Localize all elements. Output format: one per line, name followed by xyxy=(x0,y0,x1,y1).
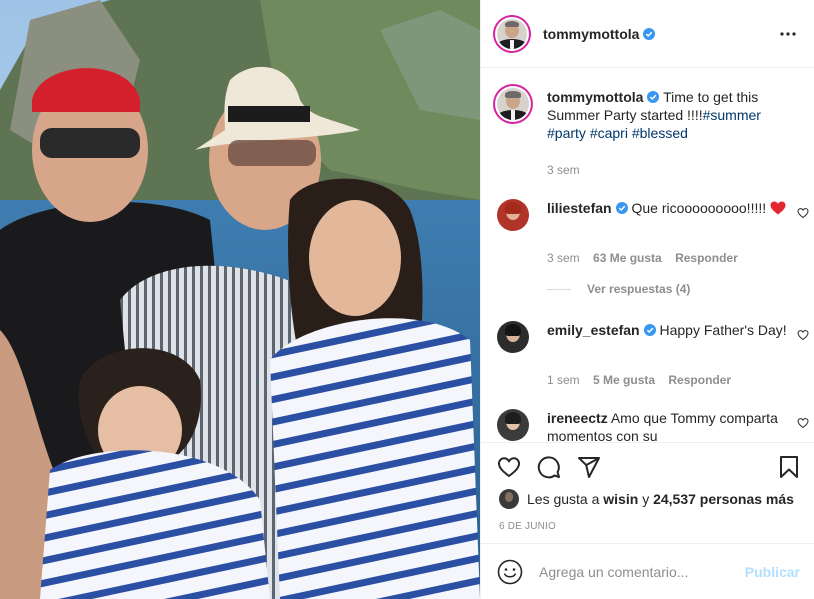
view-replies-label[interactable]: Ver respuestas (4) xyxy=(587,282,690,296)
liker-avatar[interactable] xyxy=(499,489,519,509)
replies-divider xyxy=(547,288,571,290)
comment-time[interactable]: 3 sem xyxy=(547,251,580,265)
share-icon[interactable] xyxy=(577,455,601,479)
comments-list[interactable]: tommymottola Time to get this Summer Par… xyxy=(481,69,814,442)
comment-input[interactable] xyxy=(539,563,739,580)
author-avatar[interactable] xyxy=(497,18,527,49)
comment-likes[interactable]: 5 Me gusta xyxy=(593,373,655,387)
verified-badge-icon xyxy=(643,27,656,40)
comment-icon[interactable] xyxy=(537,455,561,479)
verified-badge-icon xyxy=(615,202,628,214)
caption-meta: 3 sem xyxy=(547,163,590,177)
likes-prefix: Les gusta a xyxy=(527,491,600,507)
comment-text: Que ricooooooooo!!!!! xyxy=(631,200,767,216)
comment-likes[interactable]: 63 Me gusta xyxy=(593,251,662,265)
comment-meta: 1 sem 5 Me gusta Responder xyxy=(547,373,741,387)
family-photo-illustration xyxy=(0,0,480,599)
caption-time[interactable]: 3 sem xyxy=(547,163,580,177)
comment-body: emily_estefan Happy Father's Day! xyxy=(547,321,787,339)
post-date[interactable]: 6 DE JUNIO xyxy=(499,521,556,532)
like-comment-heart-icon[interactable] xyxy=(797,207,809,219)
instagram-post: tommymottola tommymottola Time to get th… xyxy=(0,0,814,599)
liker-username[interactable]: wisin xyxy=(603,491,638,507)
hashtag-blessed[interactable]: #blessed xyxy=(632,125,688,141)
emoji-icon[interactable] xyxy=(497,559,523,585)
comment-body: ireneectz Amo que Tommy comparta momento… xyxy=(547,409,787,442)
post-actions: Les gusta a wisin y 24,537 personas más … xyxy=(481,442,814,542)
comment-meta: 3 sem 63 Me gusta Responder xyxy=(547,251,748,265)
post-photo[interactable] xyxy=(0,0,480,599)
comment-item: liliestefan Que ricooooooooo!!!!! 3 sem … xyxy=(497,199,809,269)
reply-button[interactable]: Responder xyxy=(675,251,738,265)
comment-username[interactable]: liliestefan xyxy=(547,200,612,216)
hashtag-party[interactable]: #party xyxy=(547,125,586,141)
comment-time[interactable]: 1 sem xyxy=(547,373,580,387)
comment-item: ireneectz Amo que Tommy comparta momento… xyxy=(497,409,809,442)
comment-text: Happy Father's Day! xyxy=(659,322,787,338)
hashtag-capri[interactable]: #capri xyxy=(590,125,628,141)
more-horizontal-icon[interactable] xyxy=(776,22,800,46)
comment-body: liliestefan Que ricooooooooo!!!!! xyxy=(547,199,787,217)
hashtag-summer[interactable]: #summer xyxy=(703,107,761,123)
verified-badge-icon xyxy=(643,324,656,336)
like-comment-heart-icon[interactable] xyxy=(797,417,809,429)
comment-username[interactable]: ireneectz xyxy=(547,410,608,426)
reply-button[interactable]: Responder xyxy=(668,373,731,387)
author-username[interactable]: tommymottola xyxy=(543,26,639,42)
likes-summary: Les gusta a wisin y 24,537 personas más xyxy=(499,489,794,509)
commenter-avatar[interactable] xyxy=(497,321,529,353)
view-replies-button[interactable]: Ver respuestas (4) xyxy=(547,282,690,296)
like-comment-heart-icon[interactable] xyxy=(797,329,809,341)
caption: tommymottola Time to get this Summer Par… xyxy=(497,88,797,178)
caption-text: tommymottola Time to get this Summer Par… xyxy=(547,88,787,142)
comment-item: emily_estefan Happy Father's Day! 1 sem … xyxy=(497,321,809,391)
likes-middle: y xyxy=(642,491,650,507)
publish-button[interactable]: Publicar xyxy=(745,564,800,580)
red-heart-emoji-icon xyxy=(770,201,786,215)
heart-icon[interactable] xyxy=(497,455,521,479)
bookmark-icon[interactable] xyxy=(777,455,801,479)
caption-username[interactable]: tommymottola xyxy=(547,89,643,105)
post-side-panel: tommymottola tommymottola Time to get th… xyxy=(480,0,814,599)
likes-count[interactable]: 24,537 personas más xyxy=(653,491,794,507)
verified-badge-icon xyxy=(647,91,660,103)
caption-avatar[interactable] xyxy=(497,88,529,120)
comment-composer: Publicar xyxy=(481,543,814,599)
post-header: tommymottola xyxy=(481,0,814,68)
commenter-avatar[interactable] xyxy=(497,199,529,231)
comment-username[interactable]: emily_estefan xyxy=(547,322,640,338)
commenter-avatar[interactable] xyxy=(497,409,529,441)
